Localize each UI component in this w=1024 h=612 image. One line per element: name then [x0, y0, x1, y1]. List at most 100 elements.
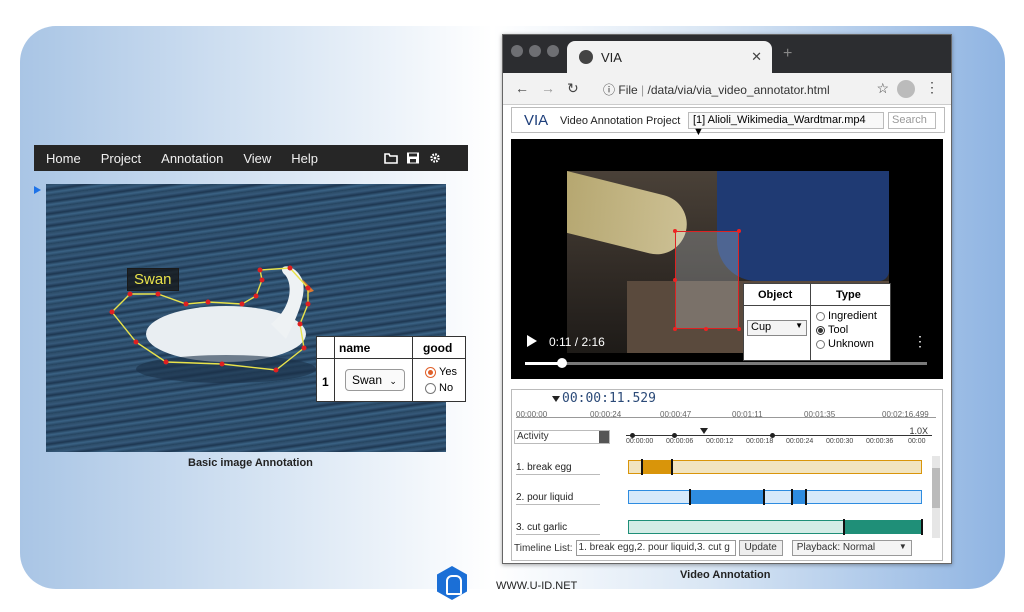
more-menu-icon[interactable]: ⋮ [925, 79, 939, 96]
back-icon[interactable]: ← [515, 80, 529, 96]
close-window-button[interactable] [511, 45, 523, 57]
radio-yes-label: Yes [439, 366, 457, 378]
address-bar: ← → ↻ ⓘ File | /data/via/via_video_annot… [503, 73, 951, 105]
person-shirt [717, 171, 889, 281]
video-menu-icon[interactable]: ⋮ [913, 333, 927, 350]
bbox-handle[interactable] [737, 327, 741, 331]
segment-marker[interactable] [843, 519, 845, 535]
segment-marker[interactable] [805, 489, 807, 505]
update-button[interactable]: Update [738, 540, 783, 556]
object-select[interactable]: Cup ▼ [747, 320, 807, 336]
table-header: name good [317, 337, 465, 359]
swan-illustration [109, 265, 316, 383]
playhead-icon[interactable] [700, 428, 708, 434]
play-icon[interactable] [527, 335, 537, 347]
playback-select[interactable]: Playback: Normal ▼ [791, 540, 912, 556]
zoom-tick: 00:00:12 [706, 438, 734, 445]
bbox-handle[interactable] [673, 229, 677, 233]
radio-yes[interactable]: Yes [425, 366, 457, 378]
current-time[interactable]: 00:00:11.529 [562, 391, 656, 406]
menu-project[interactable]: Project [101, 151, 141, 166]
save-icon[interactable] [406, 152, 420, 164]
scrollbar-thumb[interactable] [932, 468, 940, 508]
segment[interactable] [843, 521, 923, 533]
activity-select-value: Activity [517, 431, 549, 442]
zoomed-timeline-ruler[interactable]: 00:00:00 00:00:06 00:00:12 00:00:18 00:0… [626, 428, 932, 445]
new-tab-icon[interactable]: + [783, 45, 792, 63]
zoom-tick: 00:00:24 [786, 438, 814, 445]
activity-select[interactable]: Activity [514, 430, 610, 444]
video-player[interactable]: Object Type Cup ▼ Ingredient Tool Unknow… [511, 139, 943, 379]
radio-unknown[interactable] [816, 339, 825, 349]
track-label-pour-liquid[interactable]: 2. pour liquid [516, 492, 600, 505]
column-divider [810, 284, 811, 360]
header-name: name [339, 341, 371, 355]
search-input[interactable]: Search [888, 112, 936, 129]
swan-image[interactable] [46, 184, 446, 452]
track-break-egg[interactable] [628, 459, 922, 475]
browser-tab[interactable]: VIA ✕ [567, 41, 772, 73]
menu-annotation[interactable]: Annotation [161, 151, 223, 166]
chevron-down-icon [599, 431, 609, 443]
chevron-down-icon: ▼ [898, 542, 907, 551]
site-url[interactable]: WWW.U-ID.NET [496, 580, 577, 592]
bbox-handle[interactable] [704, 327, 708, 331]
segment-marker[interactable] [791, 489, 793, 505]
radio-no[interactable]: No [425, 382, 453, 394]
track-label-cut-garlic[interactable]: 3. cut garlic [516, 522, 600, 535]
via-toolbar: VIA Video Annotation Project [1] Alioli_… [511, 107, 945, 138]
segment-marker[interactable] [641, 459, 643, 475]
ruler-tick: 00:00:24 [590, 410, 622, 419]
radio-tool[interactable] [816, 325, 825, 335]
type-option-tool[interactable]: Tool [816, 324, 848, 336]
region-label: Swan [127, 268, 179, 291]
expand-arrow-icon[interactable] [34, 186, 41, 194]
bbox-handle[interactable] [673, 278, 677, 282]
track-label-break-egg[interactable]: 1. break egg [516, 462, 600, 475]
segment-marker[interactable] [671, 459, 673, 475]
segment[interactable] [689, 491, 763, 503]
zoom-tick: 00:00:30 [826, 438, 854, 445]
file-select[interactable]: [1] Alioli_Wikimedia_Wardtmar.mp4 ▼ [688, 112, 884, 138]
full-timeline-ruler[interactable]: 00:00:00 00:00:24 00:00:47 00:01:11 00:0… [516, 406, 936, 419]
menu-home[interactable]: Home [46, 151, 81, 166]
menu-help[interactable]: Help [291, 151, 318, 166]
bbox-handle[interactable] [673, 327, 677, 331]
segment-marker[interactable] [921, 519, 923, 535]
timeline-scrollbar[interactable] [932, 456, 940, 538]
track-cut-garlic[interactable] [628, 519, 923, 535]
segment[interactable] [641, 461, 671, 473]
url-field[interactable]: ⓘ File | /data/via/via_video_annotator.h… [603, 81, 830, 98]
menu-view[interactable]: View [243, 151, 271, 166]
column-divider [412, 337, 413, 401]
segment-marker[interactable] [763, 489, 765, 505]
radio-no-button[interactable] [425, 382, 436, 394]
star-icon[interactable]: ☆ [876, 80, 889, 97]
ruler-tick: 00:02:16.499 [882, 410, 929, 419]
close-icon[interactable]: ✕ [751, 49, 762, 65]
ruler-tick: 00:01:35 [804, 410, 836, 419]
type-option-unknown[interactable]: Unknown [816, 338, 874, 350]
progress-knob[interactable] [557, 358, 567, 368]
project-name[interactable]: Video Annotation Project [560, 115, 680, 127]
forward-icon[interactable]: → [541, 80, 555, 96]
maximize-window-button[interactable] [547, 45, 559, 57]
minimize-window-button[interactable] [529, 45, 541, 57]
chevron-down-icon: ⌄ [389, 376, 397, 386]
name-select[interactable]: Swan ⌄ [345, 369, 405, 391]
segment-marker[interactable] [689, 489, 691, 505]
profile-icon[interactable] [897, 80, 915, 98]
segment[interactable] [791, 491, 805, 503]
folder-icon[interactable] [384, 152, 398, 164]
radio-ingredient[interactable] [816, 311, 825, 321]
gear-icon[interactable] [428, 152, 442, 164]
track-pour-liquid[interactable] [628, 489, 922, 505]
bbox-handle[interactable] [737, 229, 741, 233]
radio-yes-button[interactable] [425, 366, 436, 378]
reload-icon[interactable]: ↻ [567, 80, 579, 97]
video-progress-bar[interactable] [525, 358, 927, 368]
cup-bounding-box[interactable] [673, 229, 741, 331]
timeline-list-input[interactable]: 1. break egg,2. pour liquid,3. cut g [575, 540, 736, 556]
type-option-ingredient[interactable]: Ingredient [816, 310, 877, 322]
header-good: good [423, 341, 453, 355]
